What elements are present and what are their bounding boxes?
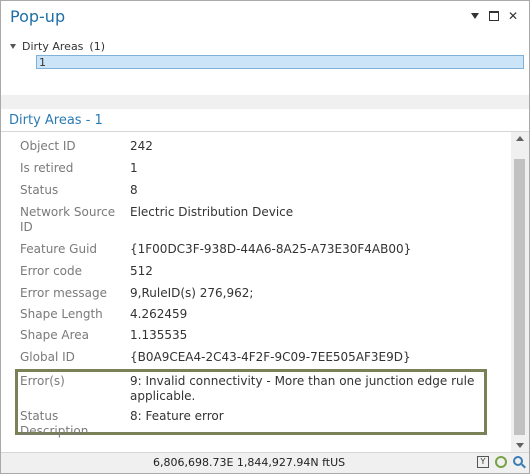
popup-pane: Pop-up ✕ Dirty Areas (1) 1 Dirty Areas -… [0, 0, 530, 474]
maximize-icon[interactable] [489, 10, 501, 22]
coordinate-readout: 6,806,698.73E 1,844,927.94N ftUS [153, 456, 346, 469]
scroll-up-icon[interactable] [516, 136, 524, 141]
attribute-value: 242 [130, 139, 153, 153]
attribute-label: Error code [20, 264, 83, 278]
attribute-value: 1 [130, 161, 138, 175]
attribute-label: Error(s) [20, 374, 65, 388]
scroll-down-icon[interactable] [516, 443, 524, 448]
attribute-label: Is retired [20, 161, 74, 175]
attribute-label: Network Source ID [20, 205, 116, 234]
attribute-label: Error message [20, 286, 107, 300]
globe-icon[interactable] [495, 456, 507, 468]
attribute-label: Feature Guid [20, 242, 98, 256]
status-bar: 6,806,698.73E 1,844,927.94N ftUS Y [1, 452, 529, 473]
attribute-label: Status Description [20, 409, 89, 438]
attribute-value: {B0A9CEA4-2C43-4F2F-9C09-7EE505AF3E9D} [130, 350, 411, 364]
scroll-thumb[interactable] [514, 159, 525, 435]
tree-feature-item[interactable]: 1 [36, 55, 524, 69]
search-icon[interactable] [513, 456, 523, 466]
pane-splitter[interactable] [1, 95, 529, 109]
attribute-table: Object ID 242 Is retired 1 Status 8 Netw… [1, 132, 511, 452]
status-icons: Y [477, 456, 523, 468]
feature-title: Dirty Areas - 1 [9, 113, 103, 128]
vertical-scrollbar[interactable] [511, 132, 529, 452]
attribute-label: Global ID [20, 350, 75, 364]
tree-layer-node[interactable]: Dirty Areas (1) [10, 40, 105, 53]
attribute-value: 9: Invalid connectivity - More than one … [130, 374, 475, 403]
attribute-label: Shape Area [20, 328, 90, 342]
attribute-label: Shape Length [20, 307, 103, 321]
attribute-value: 8: Feature error [130, 409, 224, 423]
attribute-label: Status [20, 183, 59, 197]
collapse-triangle-icon[interactable] [10, 44, 16, 49]
attribute-label: Object ID [20, 139, 76, 153]
attribute-value: 8 [130, 183, 138, 197]
units-icon[interactable]: Y [477, 456, 489, 468]
window-controls: ✕ [471, 10, 519, 22]
tree-layer-count: (1) [89, 40, 106, 53]
attribute-value: Electric Distribution Device [130, 205, 294, 219]
feature-tree: Dirty Areas (1) 1 [1, 33, 529, 95]
pane-title: Pop-up [10, 7, 66, 26]
attribute-value: 512 [130, 264, 153, 278]
tree-layer-label: Dirty Areas [22, 40, 84, 53]
attribute-value: 1.135535 [130, 328, 188, 342]
options-dropdown-icon[interactable] [471, 10, 483, 22]
title-bar: Pop-up ✕ [1, 1, 529, 33]
attribute-value: 4.262459 [130, 307, 188, 321]
attribute-value: {1F00DC3F-938D-44A6-8A25-A73E30F4AB00} [130, 242, 412, 256]
attribute-value: 9,RuleID(s) 276,962; [130, 286, 254, 300]
close-icon[interactable]: ✕ [507, 10, 519, 22]
feature-header: Dirty Areas - 1 [1, 109, 529, 132]
